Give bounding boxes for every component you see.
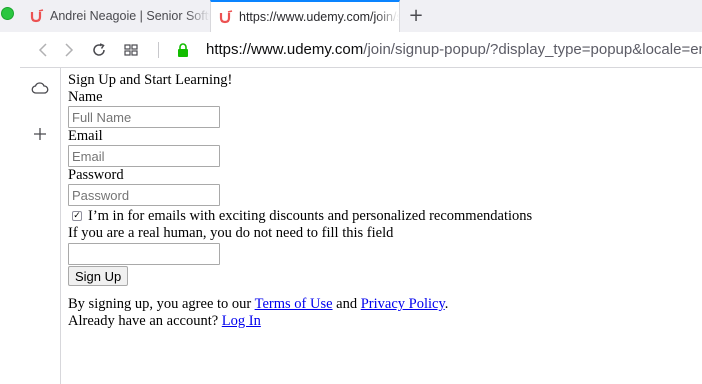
navigation-bar: https://www.udemy.com/join/signup-popup/… xyxy=(20,32,702,68)
back-button[interactable] xyxy=(34,40,54,60)
tab-title: https://www.udemy.com/join/signup-popup/ xyxy=(239,10,399,24)
login-prefix: Already have an account? xyxy=(68,313,219,329)
cloud-icon xyxy=(31,82,49,94)
name-field[interactable] xyxy=(68,106,220,128)
terms-of-use-link[interactable]: Terms of Use xyxy=(255,296,333,312)
forward-button[interactable] xyxy=(58,40,78,60)
email-label: Email xyxy=(68,128,103,144)
tab-andrei-neagoie[interactable]: Andrei Neagoie | Senior Software Develop… xyxy=(22,0,210,32)
grid-button[interactable] xyxy=(121,40,141,60)
tab-udemy-signup[interactable]: https://www.udemy.com/join/signup-popup/ xyxy=(210,0,400,32)
terms-prefix: By signing up, you agree to our xyxy=(68,296,252,312)
honeypot-field[interactable] xyxy=(68,243,220,265)
honeypot-label: If you are a real human, you do not need… xyxy=(68,225,394,241)
sidebar xyxy=(20,68,61,384)
sidebar-cloud-button[interactable] xyxy=(30,78,50,98)
url-host: https://www.udemy.com xyxy=(206,41,364,58)
url-path: /join/signup-popup/?display_type=popup&l… xyxy=(363,41,702,58)
udemy-favicon-icon xyxy=(30,9,44,23)
name-label: Name xyxy=(68,89,103,105)
new-tab-button[interactable]: + xyxy=(406,4,426,26)
login-text: Already have an account? Log In xyxy=(68,313,532,330)
sidebar-add-button[interactable] xyxy=(30,124,50,144)
tab-title: Andrei Neagoie | Senior Software Develop… xyxy=(50,9,210,23)
reload-button[interactable] xyxy=(89,40,109,60)
tab-bar: Andrei Neagoie | Senior Software Develop… xyxy=(0,0,702,32)
optin-checkbox[interactable]: ✓ xyxy=(72,211,82,221)
chevron-right-icon xyxy=(65,43,74,57)
toolbar-separator xyxy=(158,42,159,58)
plus-icon xyxy=(34,128,46,140)
address-bar[interactable]: https://www.udemy.com/join/signup-popup/… xyxy=(206,41,702,58)
terms-and: and xyxy=(336,296,358,312)
form-heading: Sign Up and Start Learning! xyxy=(68,72,233,88)
password-field[interactable] xyxy=(68,184,220,206)
email-field[interactable] xyxy=(68,145,220,167)
udemy-favicon-icon xyxy=(219,10,233,24)
terms-suffix: . xyxy=(444,296,449,312)
password-label: Password xyxy=(68,167,124,183)
signup-form: Sign Up and Start Learning! Name Email P… xyxy=(68,72,532,330)
optin-label: I’m in for emails with exciting discount… xyxy=(88,207,533,224)
sign-up-button[interactable]: Sign Up xyxy=(68,266,129,286)
log-in-link[interactable]: Log In xyxy=(222,313,261,329)
lock-icon[interactable] xyxy=(176,42,190,58)
window-close-light[interactable] xyxy=(1,7,14,20)
chevron-left-icon xyxy=(38,43,47,57)
terms-text: By signing up, you agree to our Terms of… xyxy=(68,296,532,313)
reload-icon xyxy=(93,43,105,56)
optin-row: ✓ I’m in for emails with exciting discou… xyxy=(68,207,532,225)
grid-icon xyxy=(124,44,138,56)
privacy-policy-link[interactable]: Privacy Policy xyxy=(361,296,445,312)
